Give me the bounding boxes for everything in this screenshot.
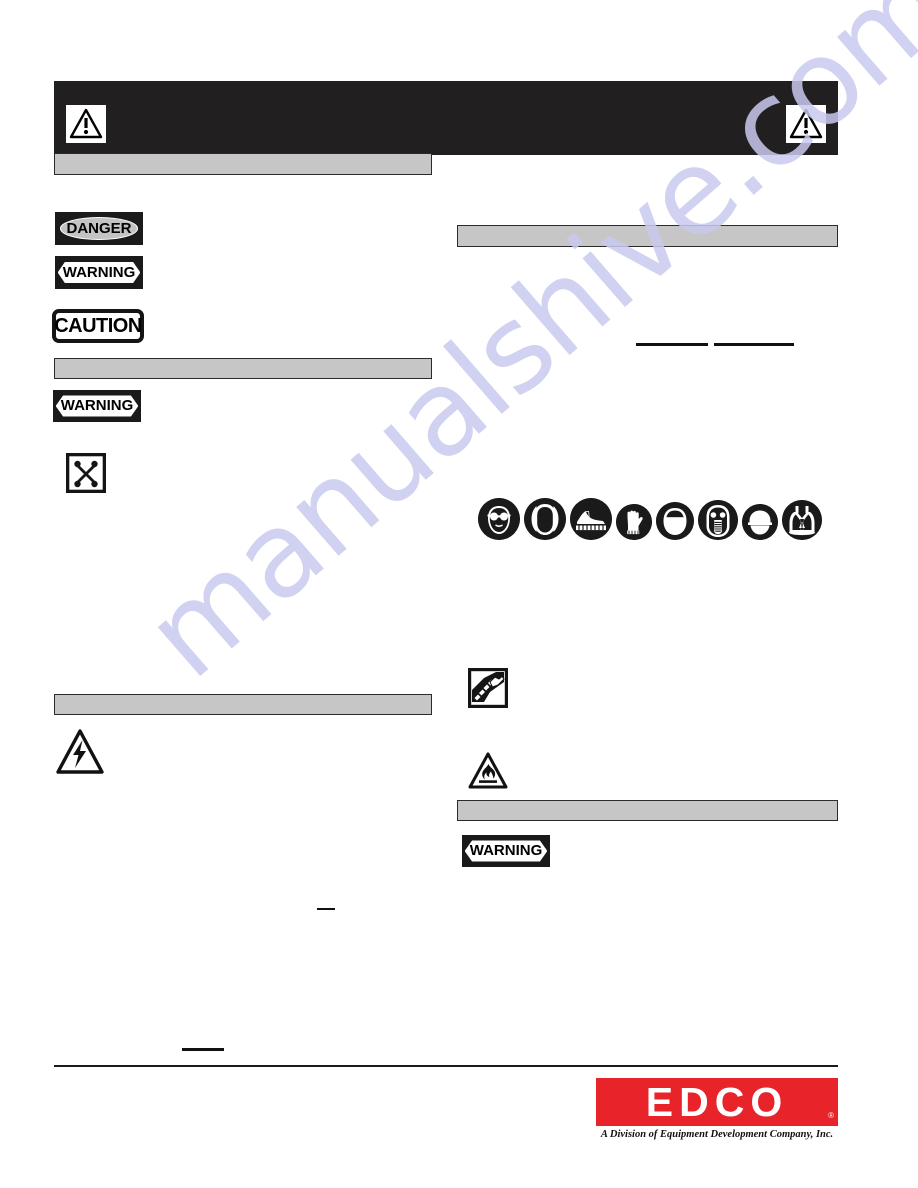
- inline-underline-left-1: [317, 908, 335, 910]
- safety-gloves-icon: [616, 504, 652, 540]
- inline-underline-left-2: [182, 1048, 224, 1051]
- hard-hat-icon: [742, 504, 778, 540]
- flammable-fire-hazard-icon: [468, 752, 508, 790]
- section-bar-left-1: [54, 153, 432, 175]
- danger-label: DANGER: [55, 212, 143, 245]
- edco-logo: EDCO ® A Division of Equipment Developme…: [596, 1078, 838, 1140]
- footer-divider: [54, 1065, 838, 1067]
- safety-header-banner: [54, 81, 838, 155]
- respirator-mask-icon: [698, 500, 738, 540]
- section-bar-left-3: [54, 694, 432, 715]
- warning-triangle-icon: [66, 105, 106, 143]
- caution-text: CAUTION: [54, 314, 142, 337]
- edco-wordmark: EDCO: [645, 1078, 789, 1125]
- danger-text: DANGER: [66, 219, 132, 237]
- warning-hexagon: WARNING: [55, 395, 139, 417]
- danger-oval: DANGER: [60, 217, 138, 240]
- warning-label: WARNING: [55, 256, 143, 289]
- section-bar-right-2: [457, 800, 838, 821]
- warning-label-3: WARNING: [462, 835, 550, 867]
- inline-underline-right-2: [714, 343, 794, 346]
- registered-trademark-icon: ®: [828, 1111, 834, 1120]
- face-shield-icon: [656, 502, 694, 540]
- warning-text: WARNING: [60, 397, 134, 415]
- edco-logo-box: EDCO ®: [596, 1078, 838, 1126]
- ear-protection-icon: [524, 498, 566, 540]
- warning-hexagon: WARNING: [464, 840, 548, 862]
- section-bar-left-2: [54, 358, 432, 379]
- inline-underline-right-1: [636, 343, 708, 346]
- edco-tagline: A Division of Equipment Development Comp…: [600, 1129, 834, 1140]
- warning-text: WARNING: [62, 263, 136, 281]
- warning-text: WARNING: [469, 842, 543, 860]
- hand-entanglement-hazard-icon: [468, 668, 508, 708]
- warning-hexagon: WARNING: [57, 261, 141, 284]
- ppe-icon-row: [478, 498, 822, 540]
- safety-glasses-icon: [478, 498, 520, 540]
- warning-triangle-icon: [786, 105, 826, 143]
- caution-label: CAUTION: [52, 309, 144, 343]
- warning-label-2: WARNING: [53, 390, 141, 422]
- manual-page: manualshive.com DANGER WARNING CAUTION W…: [0, 0, 918, 1188]
- safety-boots-icon: [570, 498, 612, 540]
- section-bar-right-1: [457, 225, 838, 247]
- electrical-shock-hazard-icon: [55, 728, 105, 776]
- safety-vest-icon: [782, 500, 822, 540]
- crossed-bones-hazard-icon: [66, 453, 106, 493]
